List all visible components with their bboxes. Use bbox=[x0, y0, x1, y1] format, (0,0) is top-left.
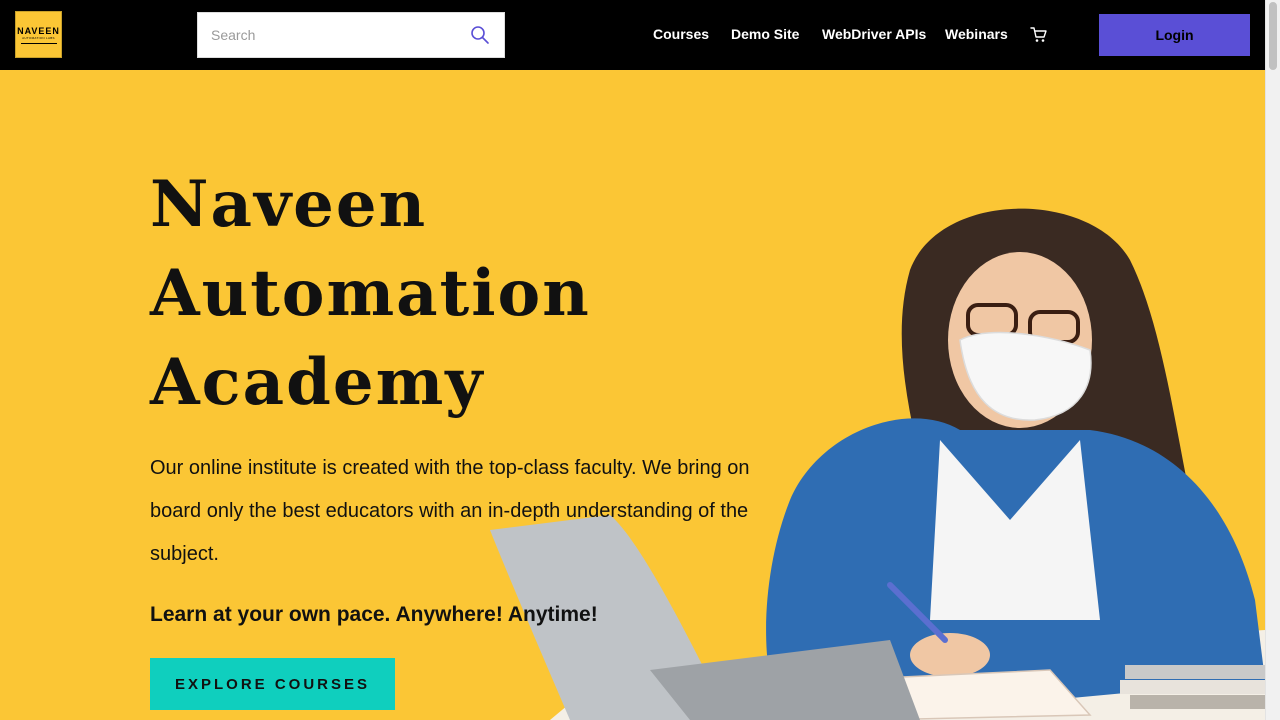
logo-text-secondary: AUTOMATION LABS bbox=[22, 35, 55, 40]
nav-link-webdriver-apis[interactable]: WebDriver APIs bbox=[822, 26, 926, 42]
login-button[interactable]: Login bbox=[1099, 14, 1250, 56]
top-navbar: NAVEEN AUTOMATION LABS Courses Demo Site… bbox=[0, 0, 1265, 70]
book-1 bbox=[1125, 665, 1265, 679]
hero-title-line: Automation bbox=[150, 256, 591, 331]
scrollbar-thumb[interactable] bbox=[1269, 2, 1277, 70]
site-logo[interactable]: NAVEEN AUTOMATION LABS bbox=[15, 11, 62, 58]
search-icon[interactable] bbox=[470, 25, 490, 45]
search-box bbox=[197, 12, 505, 58]
book-3 bbox=[1130, 695, 1265, 709]
search-input[interactable] bbox=[198, 13, 458, 57]
hero-title: Naveen Automation Academy bbox=[150, 160, 670, 427]
hero-title-line: Academy bbox=[150, 345, 485, 420]
nav-link-courses[interactable]: Courses bbox=[653, 26, 709, 42]
hero-tagline: Learn at your own pace. Anywhere! Anytim… bbox=[150, 603, 598, 626]
hero-description: Our online institute is created with the… bbox=[150, 457, 750, 565]
page-scrollbar[interactable] bbox=[1265, 0, 1280, 720]
nav-link-webinars[interactable]: Webinars bbox=[945, 26, 1008, 42]
hand-shape bbox=[910, 633, 990, 677]
cart-icon[interactable] bbox=[1030, 26, 1048, 44]
logo-underline bbox=[20, 42, 57, 44]
nav-link-demo-site[interactable]: Demo Site bbox=[731, 26, 799, 42]
book-2 bbox=[1120, 680, 1265, 694]
hero-title-line: Naveen bbox=[150, 167, 428, 242]
logo-text-primary: NAVEEN bbox=[17, 25, 60, 36]
explore-courses-button[interactable]: EXPLORE COURSES bbox=[150, 658, 395, 710]
